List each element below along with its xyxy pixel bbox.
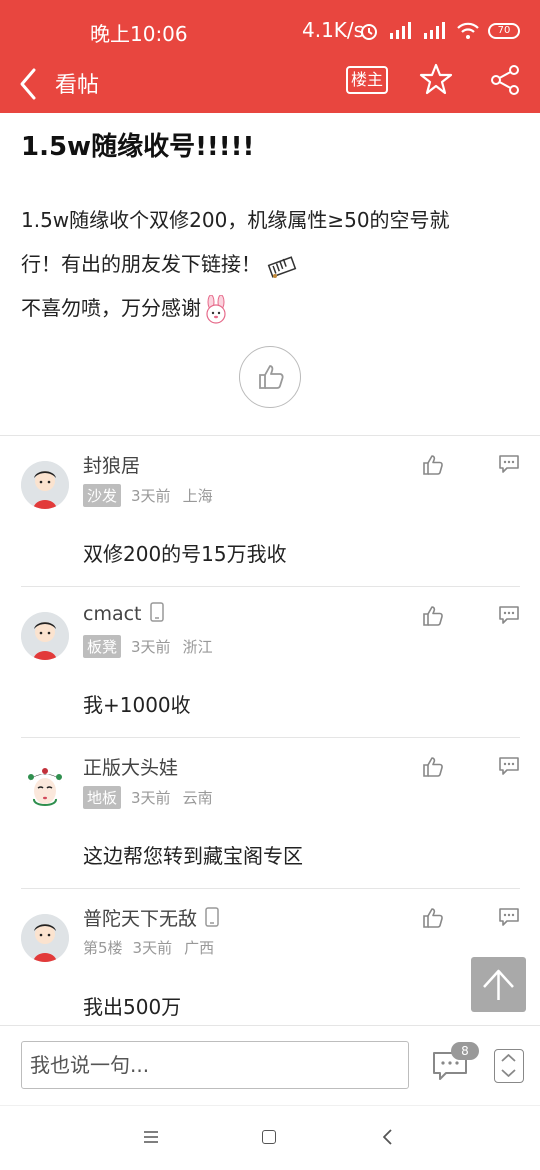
thumbs-up-icon[interactable]	[422, 907, 444, 929]
home-icon[interactable]	[262, 1130, 276, 1144]
comment-bubble-icon[interactable]	[498, 756, 520, 776]
comment-text: 这边帮您转到藏宝阁专区	[83, 844, 303, 868]
default-avatar-icon	[21, 612, 69, 660]
post-line: 不喜勿喷，万分感谢	[21, 286, 521, 330]
comment-meta: 沙发 3天前 上海	[83, 484, 213, 507]
signal-icon-2	[424, 22, 445, 39]
comment-item[interactable]: 封狼居 沙发 3天前 上海 双修200的号15万我收	[0, 436, 540, 587]
comment-location: 云南	[182, 789, 213, 807]
comment-author[interactable]: 正版大头娃	[83, 753, 178, 780]
post-line: 行！有出的朋友发下链接！	[21, 242, 521, 286]
bunny-emoji-icon	[206, 294, 226, 324]
phone-icon	[205, 907, 219, 927]
floor-badge: 沙发	[83, 484, 122, 507]
back-to-top-button[interactable]	[471, 957, 526, 1012]
comment-count-badge: 8	[451, 1042, 479, 1060]
comment-item[interactable]: 正版大头娃 地板 3天前 云南 这边帮您转到藏宝阁专区	[0, 738, 540, 889]
avatar[interactable]	[21, 612, 69, 660]
status-bar: 晚上10:06 4.1K/s 70	[0, 0, 540, 62]
louzhu-button[interactable]: 楼主	[346, 66, 388, 94]
comment-location: 广西	[184, 939, 215, 957]
comment-author-name: 普陀天下无敌	[83, 908, 198, 930]
arrow-up-icon	[483, 969, 514, 1000]
post-line-text: 不喜勿喷，万分感谢	[21, 296, 201, 320]
share-icon[interactable]	[489, 64, 521, 96]
phone-icon	[149, 602, 164, 622]
signal-icon	[390, 22, 411, 39]
comment-time: 3天前	[132, 939, 173, 957]
post-body: 1.5w随缘收个双修200，机缘属性≥50的空号就 行！有出的朋友发下链接！ 不…	[21, 198, 521, 330]
comment-meta: 第5楼 3天前 广西	[83, 937, 214, 958]
comment-bubble-icon[interactable]	[498, 907, 520, 927]
floor-badge: 板凳	[83, 635, 122, 658]
default-avatar-icon	[21, 914, 69, 962]
back-arrow-icon[interactable]	[14, 64, 46, 104]
default-avatar-icon	[21, 461, 69, 509]
comment-author[interactable]: 普陀天下无敌	[83, 904, 219, 931]
comment-item[interactable]: cmact 板凳 3天前 浙江 我+1000收	[0, 587, 540, 738]
nav-back-icon[interactable]	[381, 1128, 395, 1146]
post-line: 1.5w随缘收个双修200，机缘属性≥50的空号就	[21, 208, 450, 232]
star-icon[interactable]	[419, 62, 453, 96]
opera-avatar-icon	[21, 763, 69, 811]
top-bar: 晚上10:06 4.1K/s 70 看帖 楼主	[0, 0, 540, 113]
battery-icon: 70	[488, 23, 520, 39]
comment-input[interactable]: 我也说一句...	[21, 1041, 409, 1089]
thumbs-up-icon	[259, 365, 284, 389]
thumbs-up-icon[interactable]	[422, 605, 444, 627]
comment-text: 我出500万	[83, 995, 182, 1019]
status-time: 晚上10:06	[90, 22, 188, 46]
comment-author-name: cmact	[83, 603, 142, 625]
page-title: 看帖	[55, 73, 100, 98]
avatar[interactable]	[21, 461, 69, 509]
chevron-up-down-icon	[501, 1054, 516, 1077]
comment-author[interactable]: 封狼居	[83, 451, 140, 478]
post-line-text: 行！有出的朋友发下链接！	[21, 252, 261, 276]
network-speed: 4.1K/s	[302, 18, 365, 42]
floor-badge: 地板	[83, 786, 122, 809]
system-nav-bar	[0, 1105, 540, 1170]
comment-location: 浙江	[182, 638, 213, 656]
wifi-icon	[457, 22, 479, 39]
comment-location: 上海	[182, 487, 213, 505]
comment-bubble-icon[interactable]	[498, 454, 520, 474]
status-icons: 70	[358, 20, 520, 42]
comment-author[interactable]: cmact	[83, 602, 164, 625]
post-like-button[interactable]	[239, 346, 301, 408]
thumbs-up-icon[interactable]	[422, 454, 444, 476]
avatar[interactable]	[21, 914, 69, 962]
piano-emoji-icon	[268, 255, 297, 278]
alarm-icon	[361, 24, 377, 40]
jump-floor-button[interactable]	[494, 1049, 524, 1083]
comment-time: 3天前	[131, 487, 171, 505]
comment-meta: 地板 3天前 云南	[83, 786, 213, 809]
comment-item[interactable]: 普陀天下无敌 第5楼 3天前 广西 我出500万	[0, 889, 540, 1040]
floor-number: 第5楼	[83, 939, 123, 957]
comment-time: 3天前	[131, 789, 171, 807]
comment-text: 我+1000收	[83, 693, 191, 717]
comment-time: 3天前	[131, 638, 171, 656]
comment-meta: 板凳 3天前 浙江	[83, 635, 213, 658]
menu-icon[interactable]	[143, 1130, 159, 1144]
thumbs-up-icon[interactable]	[422, 756, 444, 778]
comment-text: 双修200的号15万我收	[83, 542, 287, 566]
bottom-bar: 我也说一句... 8	[0, 1025, 540, 1105]
header: 看帖 楼主	[0, 58, 540, 113]
comment-bubble-icon[interactable]	[498, 605, 520, 625]
avatar[interactable]	[21, 763, 69, 811]
post-title: 1.5w随缘收号!!!!!	[21, 132, 255, 162]
